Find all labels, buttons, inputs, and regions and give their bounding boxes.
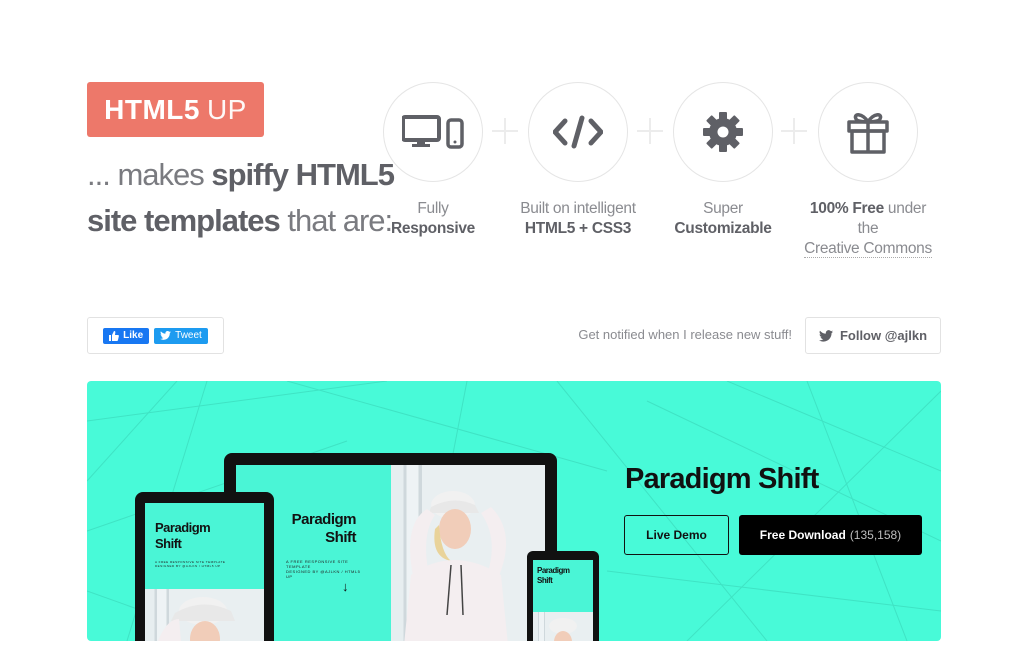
- twitter-bird-icon: [818, 329, 833, 342]
- desktop-screen: Paradigm Shift A FREE RESPONSIVE SITE TE…: [236, 465, 545, 641]
- feature-html5-line1: Built on intelligent: [520, 200, 636, 217]
- logo-bold-text: HTML5: [104, 93, 200, 125]
- like-label: Like: [123, 330, 144, 341]
- free-download-button[interactable]: Free Download (135,158): [739, 515, 922, 555]
- logo-light-text: UP: [206, 93, 247, 125]
- feature-free: 100% Free under the Creative Commons: [803, 82, 933, 259]
- feature-circle: [528, 82, 628, 182]
- facebook-like-button[interactable]: Like: [103, 327, 150, 344]
- tagline-prefix: ... makes: [87, 157, 212, 192]
- mock-subtitle-tablet: A FREE RESPONSIVE SITE TEMPLATE DESIGNED…: [155, 560, 226, 568]
- tagline-strong-1: spiffy HTML5: [211, 157, 395, 192]
- tagline-strong-2: site templates: [87, 203, 281, 238]
- feature-free-bold: 100% Free: [809, 200, 884, 217]
- thumbs-up-icon: [109, 330, 120, 341]
- tagline: ... makes spiffy HTML5 site templates th…: [87, 152, 397, 244]
- feature-html5-css3: Built on intelligent HTML5 + CSS3: [513, 82, 643, 239]
- download-count: (135,158): [849, 528, 902, 542]
- mock-title-phone: Paradigm Shift: [537, 566, 570, 585]
- feature-circle: [383, 82, 483, 182]
- feature-html5-line2: HTML5 + CSS3: [524, 220, 632, 237]
- banner-title: Paradigm Shift: [625, 463, 819, 495]
- follow-twitter-button[interactable]: Follow @ajlkn: [805, 317, 941, 354]
- tablet-screen: Paradigm Shift A FREE RESPONSIVE SITE TE…: [145, 503, 264, 641]
- feature-customizable-line2: Customizable: [674, 220, 772, 237]
- tweet-button[interactable]: Tweet: [154, 327, 208, 344]
- feature-responsive: Fully Responsive: [368, 82, 498, 239]
- feature-circle: [818, 82, 918, 182]
- feature-customizable-line1: Super: [703, 200, 743, 217]
- tablet-mockup: Paradigm Shift A FREE RESPONSIVE SITE TE…: [135, 492, 274, 641]
- notify-text: Get notified when I release new stuff!: [578, 327, 792, 342]
- feature-responsive-line1: Fully: [417, 200, 449, 217]
- model-photo-phone: [533, 612, 593, 641]
- twitter-bird-icon: [160, 331, 172, 340]
- live-demo-button[interactable]: Live Demo: [624, 515, 729, 555]
- responsive-devices-icon: [402, 115, 464, 149]
- mock-title-desktop: Paradigm Shift: [291, 511, 357, 546]
- gear-icon: [703, 112, 743, 152]
- model-photo-tablet: [145, 589, 264, 641]
- arrow-down-icon: ↓: [342, 579, 349, 594]
- tweet-label: Tweet: [175, 330, 202, 341]
- template-banner[interactable]: Paradigm Shift A FREE RESPONSIVE SITE TE…: [87, 381, 941, 641]
- code-icon: [553, 115, 603, 149]
- creative-commons-link[interactable]: Creative Commons: [804, 240, 932, 258]
- follow-label: Follow @ajlkn: [839, 328, 928, 343]
- feature-responsive-line2: Responsive: [390, 220, 475, 237]
- feature-customizable: Super Customizable: [658, 82, 788, 239]
- mock-title-tablet: Paradigm Shift: [155, 520, 211, 551]
- feature-circle: [673, 82, 773, 182]
- social-share-box: Like Tweet: [87, 317, 224, 354]
- phone-mockup: Paradigm Shift: [527, 551, 599, 641]
- phone-screen: Paradigm Shift: [533, 560, 593, 641]
- mock-subtitle-desktop: A FREE RESPONSIVE SITE TEMPLATE DESIGNED…: [286, 559, 361, 579]
- gift-icon: [847, 113, 889, 154]
- download-label: Free Download: [759, 528, 846, 542]
- html5up-logo[interactable]: HTML5 UP: [87, 82, 264, 137]
- model-photo: [391, 465, 545, 641]
